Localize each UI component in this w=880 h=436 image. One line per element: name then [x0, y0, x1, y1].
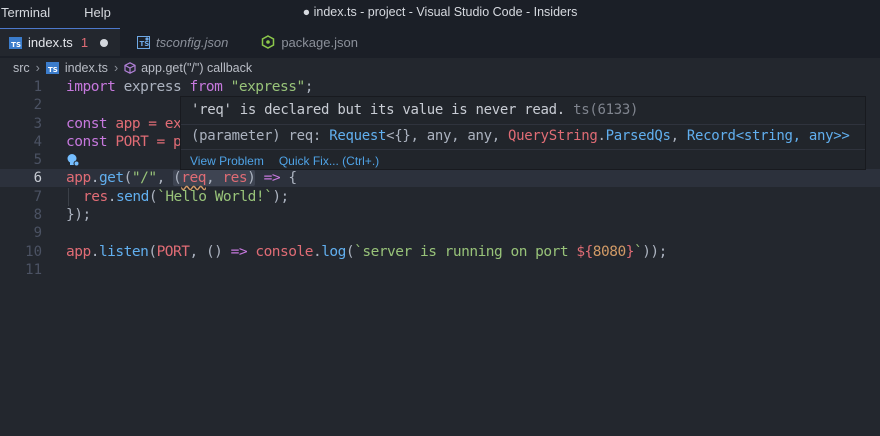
nodejs-package-icon [261, 35, 275, 49]
quick-fix-link[interactable]: Quick Fix... (Ctrl+.) [279, 154, 379, 168]
code-line: 7 res.send(`Hello World!`); [0, 188, 880, 206]
tab-label: index.ts [28, 35, 73, 50]
code-text: }); [66, 207, 91, 223]
tsconfig-file-icon: TS [137, 35, 151, 49]
divider [181, 124, 865, 125]
code-text: res.send(`Hello World!`); [83, 189, 289, 205]
line-number: 5 [33, 152, 42, 168]
code-text: const PORT = p [66, 134, 182, 150]
lightbulb-autofix-icon[interactable] [66, 153, 80, 167]
code-text: app.listen(PORT, () => console.log(`serv… [66, 244, 667, 260]
menu-help[interactable]: Help [83, 5, 112, 20]
tab-bar: TS index.ts 1 TS tsconfig.json package.j… [0, 28, 880, 56]
line-number: 1 [33, 79, 42, 95]
line-number: 11 [25, 262, 42, 278]
code-line-current: 6 app.get("/", (req, res) => { [0, 169, 880, 187]
hover-tooltip: 'req' is declared but its value is never… [180, 96, 866, 170]
tab-label: tsconfig.json [156, 34, 229, 50]
code-line: 11 [0, 261, 880, 279]
chevron-right-icon: › [113, 61, 119, 75]
menu-terminal[interactable]: Terminal [0, 5, 51, 20]
code-text: const app = ex [66, 116, 182, 132]
tab-tsconfig-json[interactable]: TS tsconfig.json [128, 28, 241, 56]
line-number: 9 [33, 225, 42, 241]
indent-guide [68, 188, 69, 206]
method-cube-icon [124, 62, 136, 74]
typescript-file-icon: TS [9, 36, 22, 49]
typescript-file-icon: TS [45, 62, 59, 74]
breadcrumb-folder[interactable]: src [13, 61, 30, 75]
unused-param-req[interactable]: req [181, 170, 206, 186]
breadcrumb-file[interactable]: index.ts [65, 61, 108, 75]
hover-actions: View Problem Quick Fix... (Ctrl+.) [181, 149, 865, 169]
line-number: 8 [33, 207, 42, 223]
line-number: 2 [33, 97, 42, 113]
unsaved-dot-icon[interactable] [100, 38, 109, 47]
type-signature: (parameter) req: Request<{}, any, any, Q… [191, 128, 850, 144]
line-number: 6 [33, 170, 42, 186]
line-number: 10 [25, 244, 42, 260]
line-number: 3 [33, 116, 42, 132]
diagnostic-message: 'req' is declared but its value is never… [191, 102, 639, 118]
line-number: 7 [33, 189, 42, 205]
code-line: 10 app.listen(PORT, () => console.log(`s… [0, 243, 880, 261]
diagnostic-code: ts(6133) [573, 102, 639, 118]
svg-text:TS: TS [140, 40, 150, 48]
chevron-right-icon: › [35, 61, 40, 75]
tab-package-json[interactable]: package.json [252, 28, 370, 56]
view-problem-link[interactable]: View Problem [190, 154, 264, 168]
code-line: 1 import express from "express"; [0, 78, 880, 96]
menu-bar: Terminal Help [0, 0, 880, 24]
code-line: 9 [0, 224, 880, 242]
code-text: app.get("/", (req, res) => { [66, 170, 297, 186]
line-number: 4 [33, 134, 42, 150]
tab-index-ts[interactable]: TS index.ts 1 [0, 28, 121, 56]
breadcrumb-symbol[interactable]: app.get("/") callback [141, 61, 252, 75]
code-text: import express from "express"; [66, 79, 313, 95]
breadcrumb: src › TS index.ts › app.get("/") callbac… [0, 58, 880, 78]
tab-label: package.json [281, 34, 358, 50]
code-line: 8 }); [0, 206, 880, 224]
error-count-badge: 1 [80, 35, 89, 50]
